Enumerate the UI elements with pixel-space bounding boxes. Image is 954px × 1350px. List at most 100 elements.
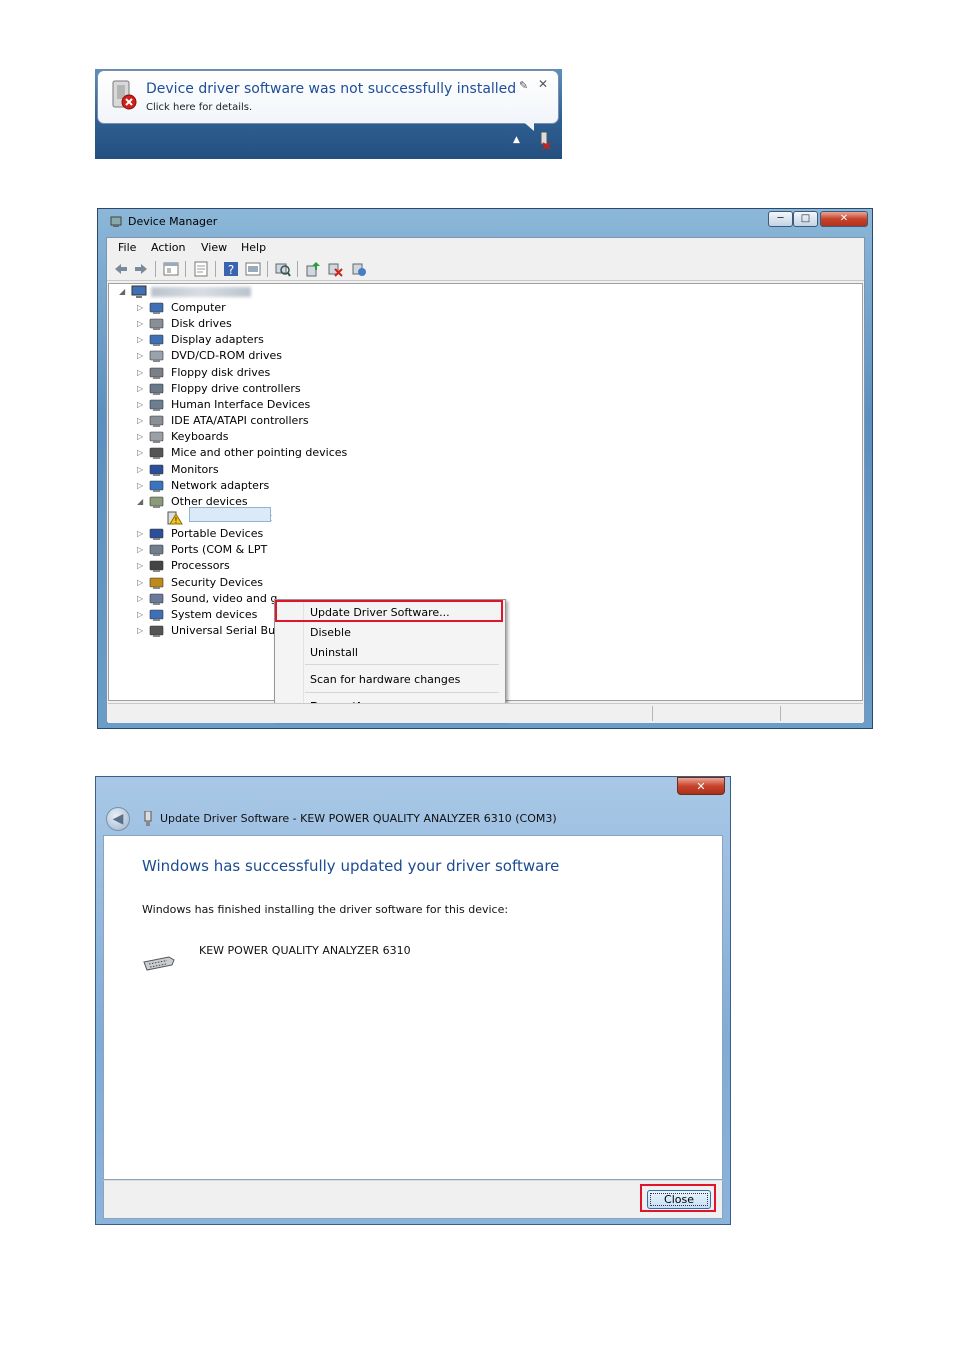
device-category-icon — [149, 625, 164, 637]
toolbar-separator — [267, 261, 268, 277]
toolbar-separator — [215, 261, 216, 277]
expand-toggle[interactable]: ▷ — [137, 335, 143, 344]
help-icon[interactable]: ? — [223, 261, 239, 277]
tree-category-item[interactable]: ▷ Disk drives — [109, 316, 369, 332]
toolbar-separator — [155, 261, 156, 277]
tree-item-label: Network adapters — [171, 478, 270, 492]
expand-toggle[interactable]: ▷ — [137, 481, 143, 490]
device-error-icon — [112, 80, 137, 110]
computer-icon — [131, 285, 147, 298]
forward-icon[interactable] — [133, 261, 149, 277]
expand-toggle[interactable]: ▷ — [137, 448, 143, 457]
tree-category-item[interactable]: ▷ Mice and other pointing devices — [109, 445, 369, 461]
close-button[interactable]: ✕ — [677, 777, 725, 795]
device-category-icon — [149, 318, 164, 331]
expand-toggle[interactable]: ▷ — [137, 465, 143, 474]
tree-category-item[interactable]: ▷ Processors — [109, 558, 369, 574]
tree-category-item[interactable]: ▷ DVD/CD-ROM drives — [109, 348, 369, 364]
expand-toggle[interactable]: ▷ — [137, 561, 143, 570]
device-category-icon — [149, 544, 164, 557]
expand-toggle[interactable]: ▷ — [137, 400, 143, 409]
expand-toggle[interactable]: ▷ — [137, 545, 143, 554]
tree-item-label: Floppy drive controllers — [171, 381, 301, 395]
menu-view[interactable]: View — [201, 241, 227, 254]
tree-category-item[interactable]: ▷ Portable Devices — [109, 526, 369, 542]
back-button[interactable]: ◀ — [106, 807, 130, 831]
menu-scan-hardware[interactable]: Scan for hardware changes — [310, 673, 460, 686]
close-icon[interactable]: ✕ — [538, 77, 548, 91]
notification-title[interactable]: Device driver software was not successfu… — [146, 81, 516, 97]
enable-icon[interactable] — [351, 261, 367, 277]
tree-item-label: Computer — [171, 301, 226, 314]
menu-file[interactable]: File — [118, 241, 136, 254]
svg-text:?: ? — [228, 263, 234, 277]
tray-usb-error-icon[interactable] — [538, 132, 552, 150]
tree-category-item[interactable]: ▷ Human Interface Devices — [109, 397, 369, 413]
tree-category-item[interactable]: ▷ Network adapters — [109, 478, 369, 494]
menu-separator — [305, 664, 499, 665]
notification-balloon[interactable]: Device driver software was not successfu… — [97, 70, 559, 124]
window-title: Device Manager — [128, 215, 218, 228]
update-driver-icon[interactable] — [305, 261, 321, 277]
console-view-icon[interactable] — [245, 261, 261, 277]
tree-category-item[interactable]: ▷ Floppy disk drives — [109, 365, 369, 381]
status-bar — [108, 703, 863, 723]
menu-action[interactable]: Action — [151, 241, 185, 254]
scan-hardware-icon[interactable] — [275, 261, 291, 277]
properties-icon[interactable] — [193, 261, 209, 277]
status-divider — [780, 706, 781, 721]
back-icon[interactable] — [113, 261, 129, 277]
expand-toggle[interactable]: ▷ — [137, 578, 143, 587]
tree-root[interactable]: ◢ — [109, 284, 409, 300]
notification-subtitle[interactable]: Click here for details. — [146, 102, 252, 113]
tree-category-item[interactable]: ▷ Computer — [109, 300, 369, 316]
tree-category-item[interactable]: ▷ Ports (COM & LPT — [109, 542, 369, 558]
maximize-button[interactable]: □ — [793, 211, 818, 227]
toolbar: ? — [107, 258, 864, 281]
expand-toggle[interactable]: ◢ — [137, 497, 143, 506]
expand-toggle[interactable]: ▷ — [137, 626, 143, 635]
expand-toggle[interactable]: ▷ — [137, 432, 143, 441]
device-name: KEW POWER QUALITY ANALYZER 6310 — [199, 944, 411, 957]
tree-category-item[interactable]: ▷ Monitors — [109, 462, 369, 478]
warning-device-icon: ! — [167, 511, 183, 525]
menu-disable[interactable]: Diseble — [310, 626, 351, 639]
tree-category-item[interactable]: ▷ Security Devices — [109, 575, 369, 591]
pin-icon[interactable]: ✎ — [519, 79, 528, 92]
tree-item-label: Keyboards — [171, 430, 229, 444]
close-dialog-button[interactable]: Close — [647, 1190, 711, 1209]
uninstall-icon[interactable] — [327, 261, 343, 277]
minimize-button[interactable]: ─ — [768, 211, 793, 227]
expand-toggle[interactable]: ▷ — [137, 529, 143, 538]
expand-toggle[interactable]: ▷ — [137, 368, 143, 377]
svg-text:!: ! — [174, 516, 177, 525]
device-tree[interactable]: ◢ ▷ Computer ▷ Disk drives ▷ Display adapters… — [108, 283, 863, 720]
close-button[interactable]: ✕ — [820, 211, 868, 227]
tree-item-label: Other devices — [171, 494, 248, 508]
expand-toggle[interactable]: ▷ — [137, 610, 143, 619]
expand-toggle[interactable]: ▷ — [137, 319, 143, 328]
expand-toggle[interactable]: ▷ — [137, 416, 143, 425]
show-hidden-icons-button[interactable]: ▲ — [513, 135, 520, 145]
device-category-icon — [149, 383, 164, 395]
tree-category-item[interactable]: ▷ IDE ATA/ATAPI controllers — [109, 413, 369, 429]
tree-item-label: Universal Serial Bus — [171, 624, 281, 637]
expand-toggle[interactable]: ▷ — [137, 351, 143, 360]
tree-category-item[interactable]: ▷ Floppy drive controllers — [109, 381, 369, 397]
expand-toggle[interactable]: ▷ — [137, 303, 143, 312]
menu-help[interactable]: Help — [241, 241, 266, 254]
menu-uninstall[interactable]: Uninstall — [310, 646, 358, 659]
expand-toggle[interactable]: ◢ — [119, 287, 125, 296]
expand-toggle[interactable]: ▷ — [137, 384, 143, 393]
expand-toggle[interactable]: ▷ — [137, 594, 143, 603]
device-category-icon — [149, 593, 164, 605]
device-category-icon — [149, 464, 164, 476]
tree-item-label: Sound, video and g — [171, 591, 278, 605]
tree-item-label: System devices — [171, 607, 258, 621]
tree-category-item[interactable]: ▷ Display adapters — [109, 332, 369, 348]
computer-name-redacted — [151, 287, 251, 297]
show-hide-tree-icon[interactable] — [163, 261, 179, 277]
tree-item-label: Security Devices — [171, 575, 264, 589]
tree-category-item[interactable]: ▷ Keyboards — [109, 429, 369, 445]
tree-item-label: Display adapters — [171, 333, 264, 347]
